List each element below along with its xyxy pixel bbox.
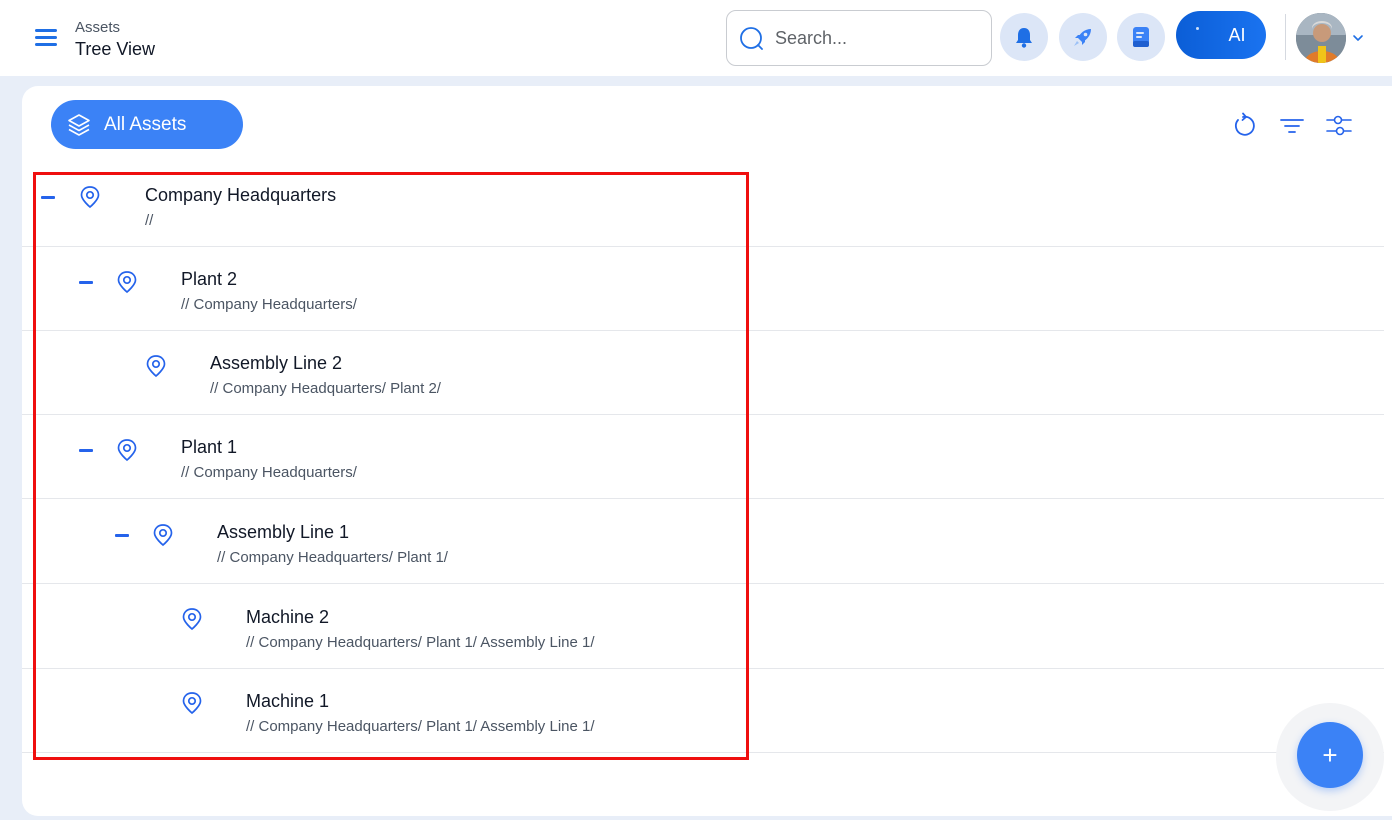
bell-icon <box>1016 28 1032 48</box>
tree-row[interactable]: Machine 1 // Company Headquarters/ Plant… <box>22 669 1384 753</box>
all-assets-dropdown[interactable]: All Assets <box>51 100 268 149</box>
tree-item-name: Plant 1 <box>181 437 238 457</box>
collapse-icon[interactable] <box>115 534 129 537</box>
search-icon <box>740 27 763 50</box>
ai-assistant-button[interactable]: AI <box>1176 11 1266 59</box>
ai-label: AI <box>1228 24 1246 45</box>
tree-item-path: // Company Headquarters/ Plant 1/ Assemb… <box>246 634 595 651</box>
getting-started-button[interactable] <box>1059 13 1107 61</box>
location-pin-icon <box>182 692 202 715</box>
chevron-down-icon <box>258 122 268 128</box>
all-assets-label: All Assets <box>104 114 187 135</box>
location-pin-icon <box>153 524 173 547</box>
tree-row[interactable]: Plant 1 // Company Headquarters/ <box>22 415 1384 499</box>
location-pin-icon <box>117 439 137 462</box>
divider <box>1285 14 1286 60</box>
notifications-button[interactable] <box>1000 13 1048 61</box>
tree-item-path: // <box>145 212 154 229</box>
search-input[interactable] <box>775 23 975 53</box>
top-bar: Assets Tree View AI <box>0 0 1392 76</box>
tree-row[interactable]: Assembly Line 2 // Company Headquarters/… <box>22 331 1384 415</box>
breadcrumb[interactable]: Assets <box>75 19 120 36</box>
avatar-image <box>1296 13 1346 63</box>
layers-icon <box>68 114 90 136</box>
document-icon <box>1133 27 1149 47</box>
collapse-icon[interactable] <box>79 281 93 284</box>
tree-item-path: // Company Headquarters/ <box>181 296 357 313</box>
avatar[interactable] <box>1296 13 1346 63</box>
add-asset-button[interactable]: + <box>1297 722 1363 788</box>
plus-icon: + <box>1322 739 1338 770</box>
location-pin-icon <box>182 608 202 631</box>
filter-icon[interactable] <box>1278 112 1306 140</box>
tree-row[interactable]: Machine 2 // Company Headquarters/ Plant… <box>22 585 1384 669</box>
settings-sliders-icon[interactable] <box>1325 112 1353 140</box>
chevron-down-icon[interactable] <box>1351 31 1365 45</box>
collapse-icon[interactable] <box>79 449 93 452</box>
tree-row[interactable]: Plant 2 // Company Headquarters/ <box>22 247 1384 331</box>
rocket-icon <box>1074 29 1091 46</box>
tree-item-name: Assembly Line 2 <box>210 353 343 373</box>
tree-row[interactable]: Assembly Line 1 // Company Headquarters/… <box>22 500 1384 584</box>
menu-icon[interactable] <box>35 28 57 46</box>
tree-item-path: // Company Headquarters/ <box>181 464 357 481</box>
tree-item-path: // Company Headquarters/ Plant 1/ <box>217 549 448 566</box>
collapse-icon[interactable] <box>41 196 55 199</box>
location-pin-icon <box>80 186 100 209</box>
tree-item-path: // Company Headquarters/ Plant 1/ Assemb… <box>246 718 595 735</box>
sparkle-icon <box>1196 27 1199 30</box>
tree-item-name: Machine 2 <box>246 607 330 627</box>
docs-button[interactable] <box>1117 13 1165 61</box>
refresh-icon[interactable] <box>1229 112 1257 140</box>
tree-item-name: Machine 1 <box>246 691 330 711</box>
search-box[interactable] <box>726 10 992 66</box>
tree-item-name: Assembly Line 1 <box>217 522 350 542</box>
tree-item-name: Company Headquarters <box>145 185 337 205</box>
page-title: Tree View <box>75 39 156 59</box>
location-pin-icon <box>117 271 137 294</box>
tree-row[interactable]: Company Headquarters // <box>22 163 1384 247</box>
tree-item-path: // Company Headquarters/ Plant 2/ <box>210 380 441 397</box>
tree-item-name: Plant 2 <box>181 269 238 289</box>
location-pin-icon <box>146 355 166 378</box>
